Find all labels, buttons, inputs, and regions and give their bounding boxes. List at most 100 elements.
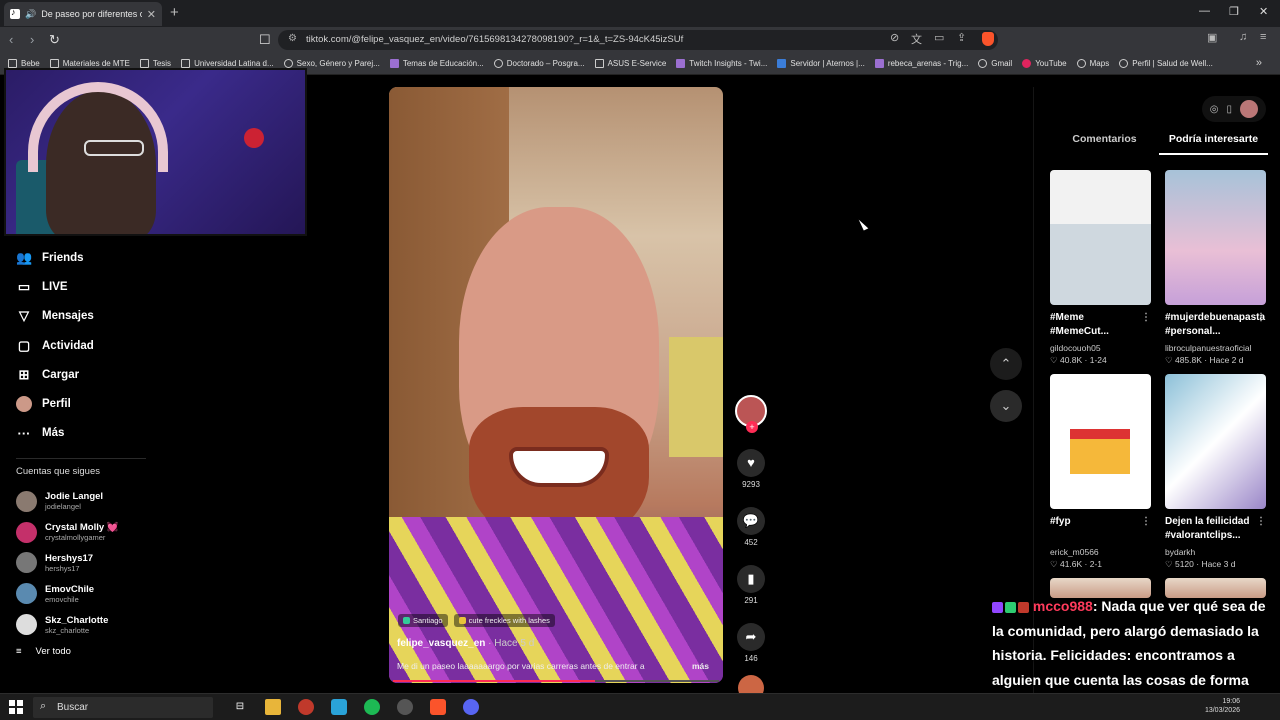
- app-icon[interactable]: [331, 699, 347, 715]
- following-account[interactable]: Crystal Molly 💓 crystalmollygamer: [16, 517, 119, 548]
- video-progress-bar[interactable]: [393, 680, 719, 682]
- following-account[interactable]: Jodie Langel jodielangel: [16, 486, 119, 517]
- share-icon[interactable]: ⇪: [957, 31, 966, 44]
- card-user[interactable]: gildocouoh05: [1050, 343, 1151, 353]
- spotify-icon[interactable]: [364, 699, 380, 715]
- nav-live[interactable]: ▭ LIVE: [16, 272, 276, 301]
- glasses-shape: [84, 140, 144, 156]
- video-card[interactable]: #fyp ⋮ erick_m0566 ♡ 41.6K · 2-1: [1050, 374, 1151, 576]
- more-link[interactable]: más: [692, 661, 709, 671]
- taskbar-search[interactable]: ⌕ Buscar: [33, 697, 213, 718]
- bookmark-item[interactable]: Doctorado – Posgra...: [493, 59, 585, 68]
- author-avatar[interactable]: +: [735, 395, 767, 433]
- video-card[interactable]: #mujerdebuenapasta #personal... ⋮ librocu…: [1165, 170, 1266, 372]
- bookmark-item[interactable]: Materiales de MTE: [49, 59, 130, 68]
- task-view-icon[interactable]: ⊟: [232, 699, 248, 715]
- bookmark-item[interactable]: Servidor | Aternos |...: [777, 59, 865, 68]
- bookmark-item[interactable]: YouTube: [1022, 59, 1067, 68]
- bookmark-item[interactable]: Twitch Insights - Twi...: [676, 59, 767, 68]
- video-thumbnail[interactable]: [1165, 374, 1266, 509]
- nav-friends[interactable]: 👥 Friends: [16, 243, 276, 272]
- more-options-icon[interactable]: ⋮: [1141, 515, 1151, 529]
- tab-you-may-like[interactable]: Podría interesarte: [1159, 133, 1268, 155]
- bookmark-item[interactable]: Maps: [1076, 59, 1109, 68]
- card-user[interactable]: erick_m0566: [1050, 547, 1151, 557]
- clock[interactable]: 19:06 13/03/2026: [1205, 697, 1240, 715]
- next-video-button[interactable]: ⌄: [990, 390, 1022, 422]
- media-icon[interactable]: ♫: [1239, 31, 1247, 43]
- more-options-icon[interactable]: ⋮: [1256, 515, 1266, 529]
- brave-icon[interactable]: [430, 699, 446, 715]
- following-account[interactable]: EmovChile emovchile: [16, 578, 119, 609]
- effect-tag[interactable]: cute freckles with lashes: [453, 614, 555, 627]
- share-button[interactable]: ➦ 146: [735, 623, 767, 663]
- video-player[interactable]: [389, 87, 723, 683]
- video-thumbnail[interactable]: [1050, 170, 1151, 305]
- more-options-icon[interactable]: ⋮: [1256, 311, 1266, 325]
- bookmark-item[interactable]: Tesis: [139, 59, 171, 68]
- pip-icon[interactable]: ▭: [934, 31, 944, 44]
- nav-more[interactable]: ··· Más: [16, 419, 276, 448]
- minimize-icon[interactable]: —: [1199, 5, 1210, 17]
- like-button[interactable]: ♥ 9293: [735, 449, 767, 489]
- follow-plus-icon[interactable]: +: [746, 421, 758, 433]
- video-card[interactable]: #Meme #MemeCut... ⋮ gildocouoh05 ♡ 40.8K …: [1050, 170, 1151, 372]
- user-avatar[interactable]: [1240, 100, 1258, 118]
- audio-icon[interactable]: 🔊: [25, 9, 36, 20]
- compass-icon[interactable]: ◎: [1210, 104, 1219, 115]
- brave-shield-icon[interactable]: [982, 32, 994, 46]
- video-card[interactable]: Dejen la feilicidad #valorantclips... ⋮ b…: [1165, 374, 1266, 576]
- close-window-icon[interactable]: ✕: [1259, 5, 1268, 18]
- see-all-link[interactable]: ≡ Ver todo: [16, 646, 71, 657]
- save-button[interactable]: ▮ 291: [735, 565, 767, 605]
- following-account[interactable]: Hershys17 hershys17: [16, 548, 119, 579]
- nav-upload[interactable]: ⊞ Cargar: [16, 360, 276, 389]
- previous-video-button[interactable]: ⌃: [990, 348, 1022, 380]
- bookmark-item[interactable]: Sexo, Género y Parej...: [283, 59, 380, 68]
- tab-comments[interactable]: Comentarios: [1050, 133, 1159, 155]
- site-icon: [493, 59, 503, 68]
- bookmark-item[interactable]: ASUS E-Service: [594, 59, 666, 68]
- location-tag[interactable]: Santiago: [398, 614, 448, 627]
- bookmark-icon[interactable]: ☐: [259, 32, 271, 48]
- forward-icon[interactable]: ›: [30, 32, 34, 47]
- bookmark-item[interactable]: Universidad Latina d...: [181, 59, 274, 68]
- more-icon: ···: [17, 425, 31, 441]
- translate-icon[interactable]: 文: [911, 31, 922, 47]
- back-icon[interactable]: ‹: [9, 32, 13, 47]
- nav-profile[interactable]: Perfil: [16, 389, 276, 418]
- phone-icon[interactable]: ▯: [1226, 104, 1232, 115]
- video-thumbnail[interactable]: [1050, 374, 1151, 509]
- bookmark-label: Universidad Latina d...: [194, 59, 274, 68]
- tab-close-icon[interactable]: ✕: [147, 8, 156, 21]
- video-author[interactable]: felipe_vasquez_en · Hace 5 d: [397, 638, 534, 649]
- start-button[interactable]: [9, 700, 23, 714]
- restore-icon[interactable]: ❐: [1229, 5, 1239, 18]
- bookmark-item[interactable]: rebeca_arenas - Trig...: [874, 59, 968, 68]
- site-info-icon[interactable]: ⚙: [288, 33, 297, 44]
- card-user[interactable]: bydarkh: [1165, 547, 1266, 557]
- reload-icon[interactable]: ↻: [49, 32, 60, 48]
- bookmark-item[interactable]: Gmail: [978, 59, 1012, 68]
- post-age: · Hace 5 d: [488, 638, 535, 649]
- bookmark-item[interactable]: Bebe: [8, 59, 40, 68]
- new-tab-button[interactable]: +: [170, 4, 179, 21]
- sidebar-icon[interactable]: ▣: [1207, 31, 1217, 44]
- menu-icon[interactable]: ≡: [1260, 31, 1266, 43]
- following-account[interactable]: Skz_Charlotte skz_charlotte: [16, 609, 119, 640]
- file-explorer-icon[interactable]: [265, 699, 281, 715]
- comment-button[interactable]: 💬 452: [735, 507, 767, 547]
- obs-icon[interactable]: [397, 699, 413, 715]
- discord-icon[interactable]: [463, 699, 479, 715]
- app-icon[interactable]: [298, 699, 314, 715]
- browser-tab[interactable]: 🔊 De paseo por diferentes carre ✕: [4, 2, 162, 26]
- nav-messages[interactable]: ▽ Mensajes: [16, 302, 276, 331]
- cast-off-icon[interactable]: ⊘: [890, 31, 899, 44]
- bookmark-item[interactable]: Perfil | Salud de Well...: [1119, 59, 1213, 68]
- card-user[interactable]: libroculpanuestraoficial: [1165, 343, 1266, 353]
- video-thumbnail[interactable]: [1165, 170, 1266, 305]
- nav-activity[interactable]: ▢ Actividad: [16, 331, 276, 360]
- more-bookmarks-icon[interactable]: »: [1256, 57, 1262, 69]
- bookmark-item[interactable]: Temas de Educación...: [389, 59, 484, 68]
- more-options-icon[interactable]: ⋮: [1141, 311, 1151, 325]
